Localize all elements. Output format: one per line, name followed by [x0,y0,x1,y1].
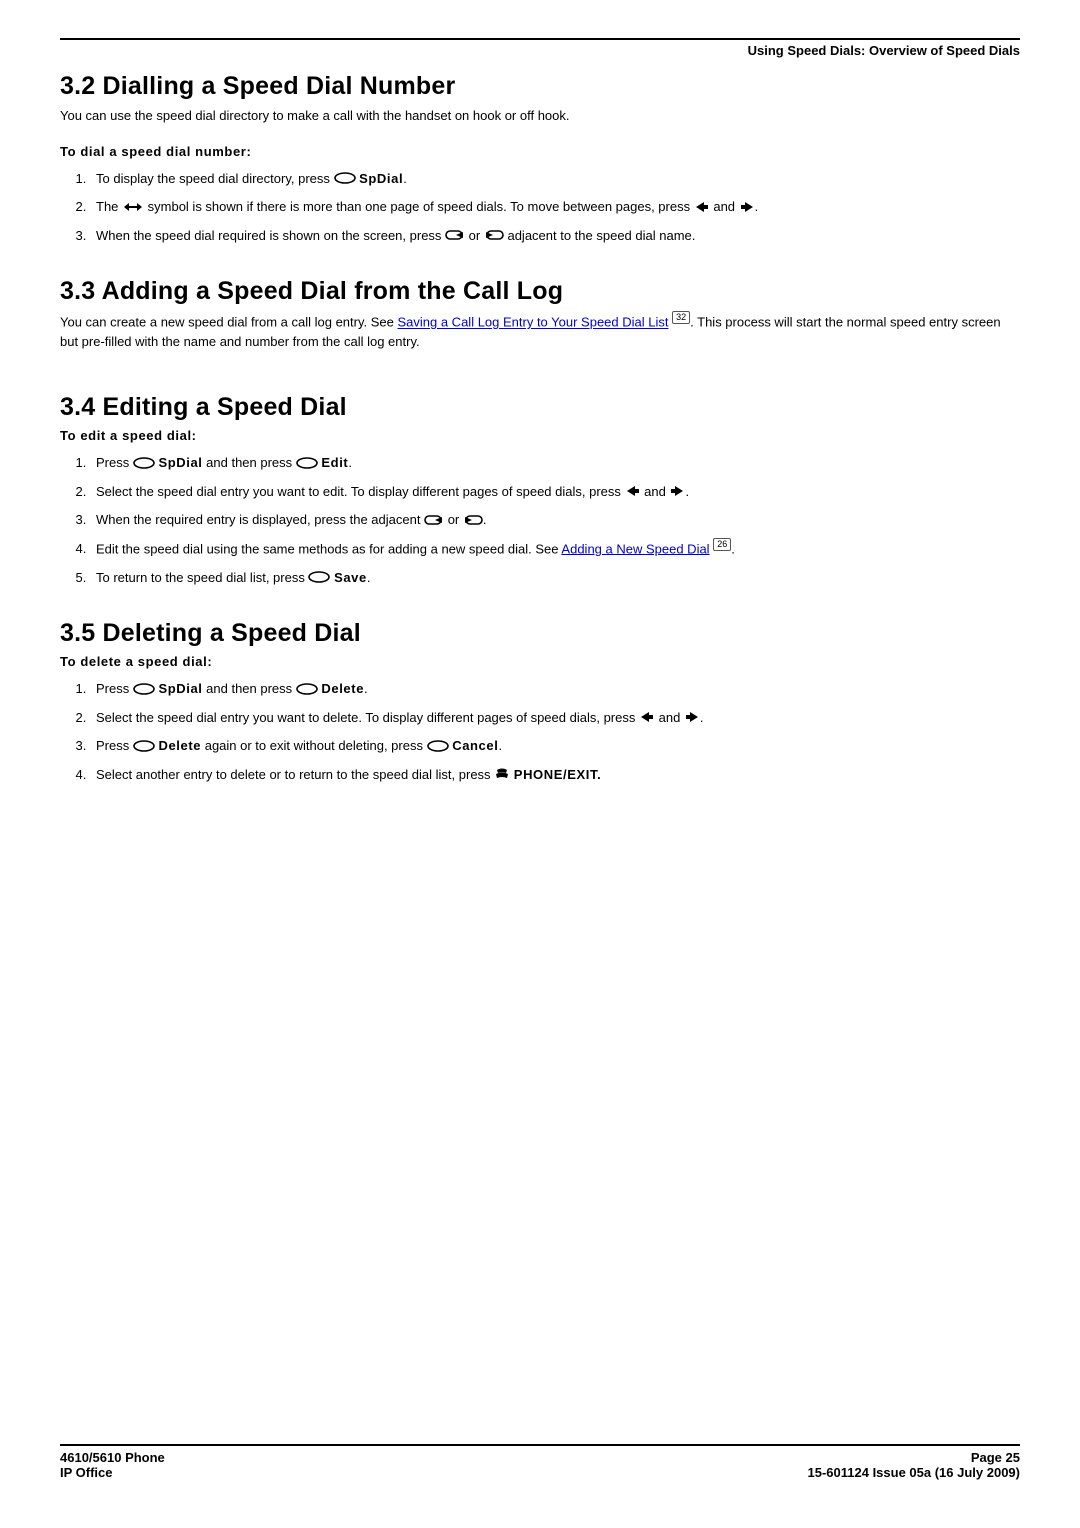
left-arrow-icon [639,711,655,723]
step-text: and then press [206,681,296,696]
step-text: To return to the speed dial list, press [96,570,308,585]
step-text: . [498,738,502,753]
step-text: The [96,199,122,214]
key-label: SpDial [359,171,403,186]
document-page: Using Speed Dials: Overview of Speed Dia… [0,0,1080,1528]
section-heading-3-3: 3.3 Adding a Speed Dial from the Call Lo… [60,277,1020,306]
step-text: Select the speed dial entry you want to … [96,484,625,499]
linekey-left-icon [445,229,465,241]
step-text: and [659,710,684,725]
right-arrow-icon [669,485,685,497]
step-text: or [469,228,484,243]
footer-rule [60,1444,1020,1446]
step-text: . [483,512,487,527]
step-item: When the speed dial required is shown on… [90,226,1020,246]
page-ref-badge: 26 [713,538,731,551]
xref-link-save-call-log[interactable]: Saving a Call Log Entry to Your Speed Di… [397,315,668,330]
softkey-icon [296,683,318,695]
step-item: The symbol is shown if there is more tha… [90,197,1020,217]
footer-right-2: 15-601124 Issue 05a (16 July 2009) [808,1465,1021,1480]
step-item: Press SpDial and then press Delete. [90,679,1020,699]
step-text: Edit the speed dial using the same metho… [96,541,561,556]
step-text: . [731,541,735,556]
step-text: . [403,171,407,186]
section-heading-3-5: 3.5 Deleting a Speed Dial [60,619,1020,648]
softkey-icon [308,571,330,583]
step-text: again or to exit without deleting, press [205,738,427,753]
phone-icon [494,768,510,780]
softkey-icon [334,172,356,184]
step-item: Press SpDial and then press Edit. [90,453,1020,473]
step-text: . [364,681,368,696]
linekey-right-icon [463,514,483,526]
softkey-icon [427,740,449,752]
key-label: SpDial [158,455,202,470]
key-label: Delete [158,738,201,753]
left-arrow-icon [625,485,641,497]
right-arrow-icon [739,201,755,213]
softkey-icon [133,457,155,469]
step-text: symbol is shown if there is more than on… [148,199,694,214]
step-text: . [348,455,352,470]
key-label: Edit [321,455,348,470]
step-text: Select another entry to delete or to ret… [96,767,494,782]
step-text: To display the speed dial directory, pre… [96,171,334,186]
step-item: Select another entry to delete or to ret… [90,765,1020,785]
step-text: When the required entry is displayed, pr… [96,512,424,527]
step-text: . [755,199,759,214]
right-arrow-icon [684,711,700,723]
step-text: Press [96,738,133,753]
para-text: You can create a new speed dial from a c… [60,315,397,330]
step-text: . [367,570,371,585]
step-text: and then press [206,455,296,470]
footer-left-2: IP Office [60,1465,113,1480]
step-item: To return to the speed dial list, press … [90,568,1020,588]
step-item: To display the speed dial directory, pre… [90,169,1020,189]
header-rule [60,38,1020,40]
footer-left-1: 4610/5610 Phone [60,1450,165,1465]
step-text: Press [96,455,133,470]
section-3-2-steps: To display the speed dial directory, pre… [60,169,1020,246]
page-footer: 4610/5610 Phone Page 25 IP Office 15-601… [60,1444,1020,1480]
page-ref-badge: 32 [672,311,690,324]
header-breadcrumb: Using Speed Dials: Overview of Speed Dia… [60,43,1020,58]
step-item: Select the speed dial entry you want to … [90,482,1020,502]
both-arrows-icon [122,201,144,213]
step-text: and [713,199,738,214]
xref-link-adding-speed-dial[interactable]: Adding a New Speed Dial [561,541,709,556]
section-heading-3-2: 3.2 Dialling a Speed Dial Number [60,72,1020,101]
section-3-5-steps: Press SpDial and then press Delete. Sele… [60,679,1020,784]
linekey-left-icon [424,514,444,526]
section-heading-3-4: 3.4 Editing a Speed Dial [60,393,1020,422]
section-3-3-body: You can create a new speed dial from a c… [60,312,1020,351]
key-label: Cancel [452,738,498,753]
step-item: Select the speed dial entry you want to … [90,708,1020,728]
step-text: . [685,484,689,499]
softkey-icon [296,457,318,469]
section-3-4-steps: Press SpDial and then press Edit. Select… [60,453,1020,587]
step-text: or [448,512,463,527]
step-text: . [700,710,704,725]
section-3-2-intro: You can use the speed dial directory to … [60,107,1020,126]
left-arrow-icon [694,201,710,213]
key-label: Save [334,570,367,585]
step-item: When the required entry is displayed, pr… [90,510,1020,530]
step-item: Edit the speed dial using the same metho… [90,539,1020,559]
section-3-4-lead: To edit a speed dial: [60,428,1020,443]
step-text: adjacent to the speed dial name. [507,228,695,243]
step-item: Press Delete again or to exit without de… [90,736,1020,756]
key-label: PHONE/EXIT. [514,767,602,782]
footer-right-1: Page 25 [971,1450,1020,1465]
key-label: Delete [321,681,364,696]
key-label: SpDial [158,681,202,696]
linekey-right-icon [484,229,504,241]
softkey-icon [133,683,155,695]
step-text: Select the speed dial entry you want to … [96,710,639,725]
softkey-icon [133,740,155,752]
step-text: and [644,484,669,499]
section-3-5-lead: To delete a speed dial: [60,654,1020,669]
step-text: Press [96,681,133,696]
step-text: When the speed dial required is shown on… [96,228,445,243]
section-3-2-lead: To dial a speed dial number: [60,144,1020,159]
